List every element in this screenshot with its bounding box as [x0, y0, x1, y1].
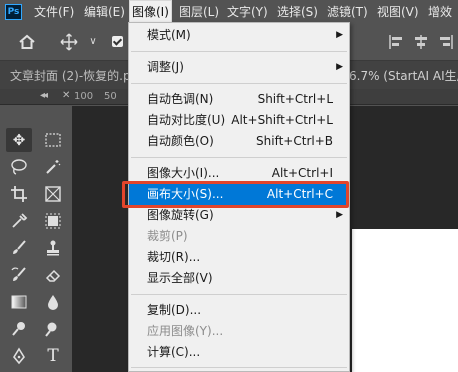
- menu-separator: [131, 51, 347, 52]
- collapse-panel-icon[interactable]: ◂◂: [40, 90, 48, 101]
- annotation-highlight-box: [122, 181, 349, 208]
- zoom-search-icon[interactable]: [40, 317, 66, 341]
- menu-item-label: 自动色调(N): [147, 92, 214, 106]
- menu-item-adjustments[interactable]: 调整(J) ▶: [129, 57, 349, 78]
- menu-edit[interactable]: 编辑(E): [84, 0, 125, 24]
- menu-image[interactable]: 图像(I): [129, 0, 172, 24]
- gradient-tool-icon[interactable]: [6, 290, 32, 314]
- tools-panel: ✥ T: [0, 118, 72, 372]
- crop-tool-icon[interactable]: [6, 182, 32, 206]
- menu-separator: [131, 157, 347, 158]
- blur-tool-icon[interactable]: [40, 290, 66, 314]
- menu-item-shortcut: Alt+Shift+Ctrl+L: [231, 113, 333, 127]
- menu-item-label: 应用图像(Y)...: [147, 324, 224, 338]
- marquee-tool-icon[interactable]: [40, 128, 66, 152]
- close-icon[interactable]: ✕: [62, 90, 70, 101]
- menu-item-image-rotation[interactable]: 图像旋转(G) ▶: [129, 205, 349, 226]
- menu-bar: Ps 文件(F) 编辑(E) 图像(I) 图层(L) 文字(Y) 选择(S) 滤…: [0, 0, 458, 24]
- menu-item-label: 计算(C)...: [147, 345, 201, 359]
- lasso-tool-icon[interactable]: [6, 155, 32, 179]
- menu-item-trim[interactable]: 裁切(R)...: [129, 247, 349, 268]
- dodge-tool-icon[interactable]: [6, 317, 32, 341]
- align-left-icon[interactable]: [388, 33, 406, 51]
- menu-view[interactable]: 视图(V): [377, 0, 419, 24]
- menu-item-apply-image[interactable]: 应用图像(Y)...: [129, 321, 349, 342]
- menu-item-auto-contrast[interactable]: 自动对比度(U) Alt+Shift+Ctrl+L: [129, 110, 349, 131]
- menu-separator: [131, 294, 347, 295]
- menu-layer[interactable]: 图层(L): [179, 0, 219, 24]
- menu-item-duplicate[interactable]: 复制(D)...: [129, 300, 349, 321]
- menu-item-label: 调整(J): [147, 60, 184, 74]
- home-icon[interactable]: [18, 33, 36, 51]
- chevron-down-icon[interactable]: ∨: [84, 33, 102, 51]
- menu-plugins[interactable]: 增效: [428, 0, 452, 24]
- brush-tool-icon[interactable]: [6, 236, 32, 260]
- menu-file[interactable]: 文件(F): [34, 0, 74, 24]
- move-tool-icon[interactable]: [60, 33, 78, 51]
- menu-item-label: 自动对比度(U): [147, 113, 226, 127]
- menu-filter[interactable]: 滤镜(T): [327, 0, 368, 24]
- menu-item-auto-color[interactable]: 自动颜色(O) Shift+Ctrl+B: [129, 131, 349, 152]
- menu-item-shortcut: Shift+Ctrl+L: [257, 92, 333, 106]
- menu-item-label: 复制(D)...: [147, 303, 202, 317]
- ruler-tick: 50: [104, 91, 117, 102]
- submenu-arrow-icon: ▶: [336, 210, 343, 220]
- stamp-tool-icon[interactable]: [40, 236, 66, 260]
- eraser-tool-icon[interactable]: [40, 263, 66, 287]
- align-center-icon[interactable]: [412, 33, 430, 51]
- eyedropper-tool-icon[interactable]: [6, 209, 32, 233]
- submenu-arrow-icon: ▶: [336, 62, 343, 72]
- frame-tool-icon[interactable]: [40, 182, 66, 206]
- type-tool-icon[interactable]: T: [40, 344, 66, 368]
- menu-item-label: 模式(M): [147, 28, 191, 42]
- menu-item-reveal-all[interactable]: 显示全部(V): [129, 268, 349, 289]
- menu-item-calculations[interactable]: 计算(C)...: [129, 342, 349, 363]
- pen-tool-icon[interactable]: [6, 344, 32, 368]
- menu-separator: [131, 83, 347, 84]
- menu-type[interactable]: 文字(Y): [227, 0, 268, 24]
- document-tab[interactable]: 文章封面 (2)-恢复的.p: [10, 67, 131, 84]
- magic-wand-icon[interactable]: [40, 155, 66, 179]
- ruler-tick: 100: [74, 91, 94, 102]
- auto-select-checkbox[interactable]: [112, 36, 123, 47]
- align-right-icon[interactable]: [436, 33, 454, 51]
- menu-select[interactable]: 选择(S): [277, 0, 318, 24]
- menu-item-shortcut: Shift+Ctrl+B: [256, 134, 333, 148]
- history-brush-icon[interactable]: [6, 263, 32, 287]
- document-canvas[interactable]: [352, 229, 458, 372]
- menu-item-crop[interactable]: 裁剪(P): [129, 226, 349, 247]
- menu-item-label: 裁剪(P): [147, 229, 188, 243]
- menu-separator: [131, 367, 347, 368]
- menu-item-label: 显示全部(V): [147, 271, 213, 285]
- menu-item-label: 裁切(R)...: [147, 250, 201, 264]
- menu-item-mode[interactable]: 模式(M) ▶: [129, 25, 349, 46]
- move-tool-icon[interactable]: ✥: [6, 128, 32, 152]
- document-tab-secondary[interactable]: 6.7% (StartAI AI生成: [349, 67, 458, 84]
- submenu-arrow-icon: ▶: [336, 30, 343, 40]
- menu-item-label: 自动颜色(O): [147, 134, 214, 148]
- menu-item-label: 图像旋转(G): [147, 208, 214, 222]
- photoshop-logo: Ps: [5, 4, 22, 20]
- object-selection-icon[interactable]: [40, 209, 66, 233]
- menu-item-auto-tone[interactable]: 自动色调(N) Shift+Ctrl+L: [129, 89, 349, 110]
